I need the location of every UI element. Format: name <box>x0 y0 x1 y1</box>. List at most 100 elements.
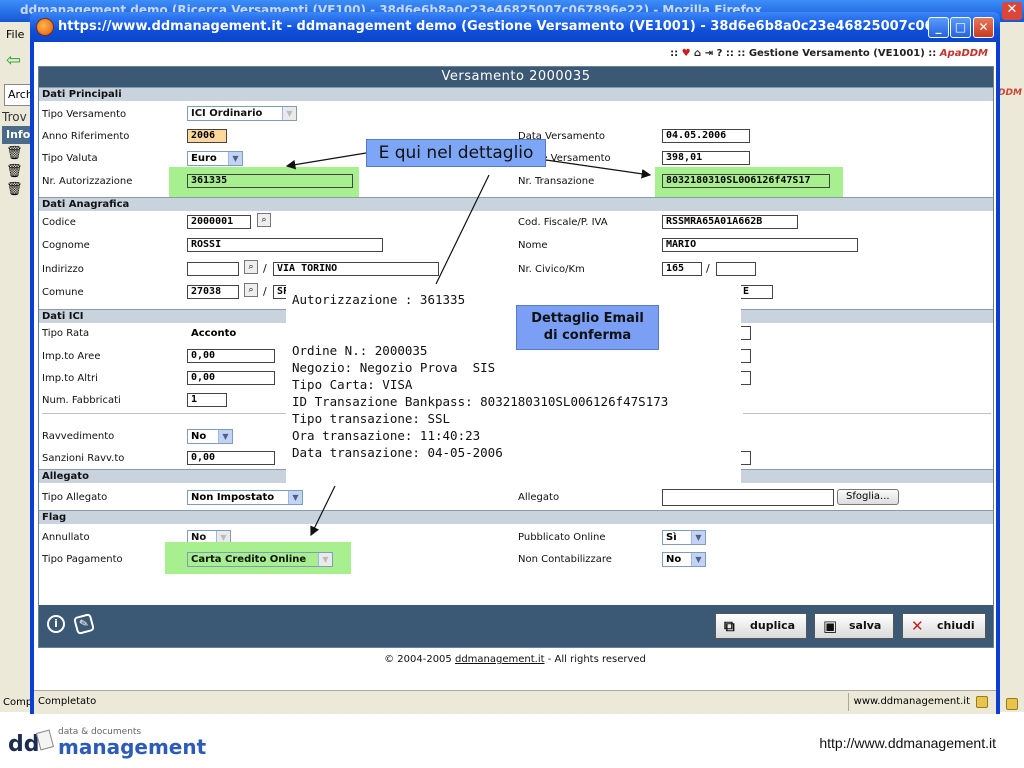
copyright: © 2004-2005 ddmanagement.it - All rights… <box>34 654 996 665</box>
browse-button[interactable]: Sfoglia... <box>837 489 899 505</box>
chiudi-button[interactable]: ✕ chiudi <box>902 613 986 639</box>
note-icon[interactable]: ✎ <box>72 612 96 636</box>
label-pubblicato-online: Pubblicato Online <box>518 532 606 543</box>
minimize-icon[interactable]: _ <box>928 17 949 38</box>
search-icon[interactable]: ⌕ <box>244 260 258 274</box>
ici-separator <box>743 413 991 414</box>
status-divider <box>848 693 849 711</box>
section-dati-anagrafica: Dati Anagrafica <box>39 197 993 211</box>
background-close-icon[interactable]: ✕ <box>1002 2 1022 20</box>
section-flag: Flag <box>39 510 993 524</box>
trash-icon[interactable]: 🗑 <box>6 146 23 161</box>
label-tipo-allegato: Tipo Allegato <box>42 492 108 503</box>
nr-transazione-field[interactable]: 8032180310SL0O6126f47S17 <box>662 174 830 188</box>
lock-icon <box>976 696 988 708</box>
callout-email-line2: di conferma <box>543 328 632 343</box>
nr-civico-field[interactable]: 165 <box>662 262 702 276</box>
section-dati-principali: Dati Principali <box>39 87 993 101</box>
search-label: Trov <box>2 110 27 124</box>
copyright-prefix: © 2004-2005 <box>384 654 452 665</box>
non-contabilizzare-value: No <box>666 554 682 565</box>
chevron-down-icon: ▼ <box>228 152 242 165</box>
ici-separator <box>42 413 290 414</box>
nr-autorizzazione-field[interactable]: 361335 <box>187 174 353 188</box>
firefox-icon <box>36 18 54 36</box>
info-icon[interactable]: i <box>47 615 65 633</box>
label-nr-autorizzazione: Nr. Autorizzazione <box>42 176 133 187</box>
label-tipo-valuta: Tipo Valuta <box>42 153 98 164</box>
back-arrow-icon[interactable]: ⇦ <box>6 52 28 70</box>
imp-altri-field[interactable]: 0,00 <box>187 371 275 385</box>
label-indirizzo: Indirizzo <box>42 264 84 275</box>
anno-riferimento-field[interactable]: 2006 <box>187 129 227 143</box>
totale-versamento-field[interactable]: 398,01 <box>662 151 750 165</box>
heart-icon[interactable]: ♥ <box>682 48 691 59</box>
label-tipo-versamento: Tipo Versamento <box>42 109 127 120</box>
pubblicato-online-select[interactable]: Sì ▼ <box>662 530 706 545</box>
home-icon[interactable]: ⌂ <box>694 48 701 59</box>
chevron-down-icon: ▼ <box>691 531 705 544</box>
label-num-fabbricati: Num. Fabbricati <box>42 395 121 406</box>
tipo-valuta-select[interactable]: Euro ▼ <box>187 151 243 166</box>
indirizzo-field[interactable]: VIA TORINO <box>273 262 439 276</box>
email-line: Tipo Carta: VISA <box>292 377 413 392</box>
tipo-rata-select[interactable]: Acconto <box>187 326 287 341</box>
label-ravvedimento: Ravvedimento <box>42 431 115 442</box>
data-versamento-field[interactable]: 04.05.2006 <box>662 129 750 143</box>
trash-icon[interactable]: 🗑 <box>6 182 23 197</box>
search-icon[interactable]: ⌕ <box>244 283 258 297</box>
maximize-icon[interactable]: □ <box>950 17 971 38</box>
tipo-allegato-select[interactable]: Non Impostato ▼ <box>187 490 303 505</box>
separator-slash: / <box>706 262 710 275</box>
duplica-button[interactable]: ⧉ duplica <box>715 613 807 639</box>
exit-icon[interactable]: ⇥ <box>705 48 713 59</box>
label-nome: Nome <box>518 240 548 251</box>
status-bar: Completato www.ddmanagement.it <box>34 690 996 714</box>
trash-icon[interactable]: 🗑 <box>6 164 23 179</box>
num-fabbricati-field[interactable]: 1 <box>187 393 227 407</box>
provincia-field[interactable]: E <box>739 285 773 299</box>
cognome-field[interactable]: ROSSI <box>187 238 383 252</box>
popup-title: https://www.ddmanagement.it - ddmanageme… <box>58 19 928 34</box>
allegato-file-input[interactable] <box>662 489 834 506</box>
status-text: Completato <box>38 696 97 707</box>
footer-url[interactable]: http://www.ddmanagement.it <box>819 735 996 751</box>
search-icon[interactable]: ⌕ <box>257 213 271 227</box>
close-icon[interactable]: ✕ <box>973 17 994 38</box>
comune-code-field[interactable]: 27038 <box>187 285 239 299</box>
label-imp-altri: Imp.to Altri <box>42 373 98 384</box>
salva-button[interactable]: ▣ salva <box>814 613 894 639</box>
background-window-right <box>998 22 1024 712</box>
ravvedimento-select[interactable]: No ▼ <box>187 429 233 444</box>
sanzioni-field[interactable]: 0,00 <box>187 451 275 465</box>
action-bar: i ✎ ⧉ duplica ▣ salva ✕ chiudi <box>39 605 993 647</box>
menu-file[interactable]: File <box>0 22 34 44</box>
popup-titlebar[interactable]: https://www.ddmanagement.it - ddmanageme… <box>30 12 1000 42</box>
copyright-link[interactable]: ddmanagement.it <box>455 654 545 665</box>
background-status: Comp <box>0 694 34 712</box>
logo-dd: dd <box>8 732 40 757</box>
chevron-down-icon: ▼ <box>282 107 296 120</box>
cod-fiscale-field[interactable]: RSSMRA65A01A662B <box>662 215 798 229</box>
label-comune: Comune <box>42 287 84 298</box>
label-annullato: Annullato <box>42 532 90 543</box>
imp-aree-field[interactable]: 0,00 <box>187 349 275 363</box>
nr-civico-ext-field[interactable] <box>716 262 756 276</box>
label-tipo-rata: Tipo Rata <box>42 328 90 339</box>
chevron-down-icon: ▼ <box>691 553 705 566</box>
email-line: Ora transazione: 11:40:23 <box>292 428 481 443</box>
save-icon: ▣ <box>823 617 838 635</box>
codice-field[interactable]: 2000001 <box>187 215 251 229</box>
tipo-versamento-select[interactable]: ICI Ordinario ▼ <box>187 106 297 121</box>
nome-field[interactable]: MARIO <box>662 238 858 252</box>
non-contabilizzare-select[interactable]: No ▼ <box>662 552 706 567</box>
chevron-down-icon: ▼ <box>318 553 332 566</box>
separator-slash: / <box>263 262 267 275</box>
help-icon[interactable]: ? <box>717 48 723 59</box>
pubblicato-online-value: Sì <box>666 532 677 543</box>
label-codice: Codice <box>42 217 76 228</box>
label-nr-civico: Nr. Civico/Km <box>518 264 585 275</box>
indirizzo-code-field[interactable] <box>187 262 239 276</box>
tipo-pagamento-select[interactable]: Carta Credito Online ▼ <box>187 552 333 567</box>
logo-management: management <box>58 735 207 759</box>
